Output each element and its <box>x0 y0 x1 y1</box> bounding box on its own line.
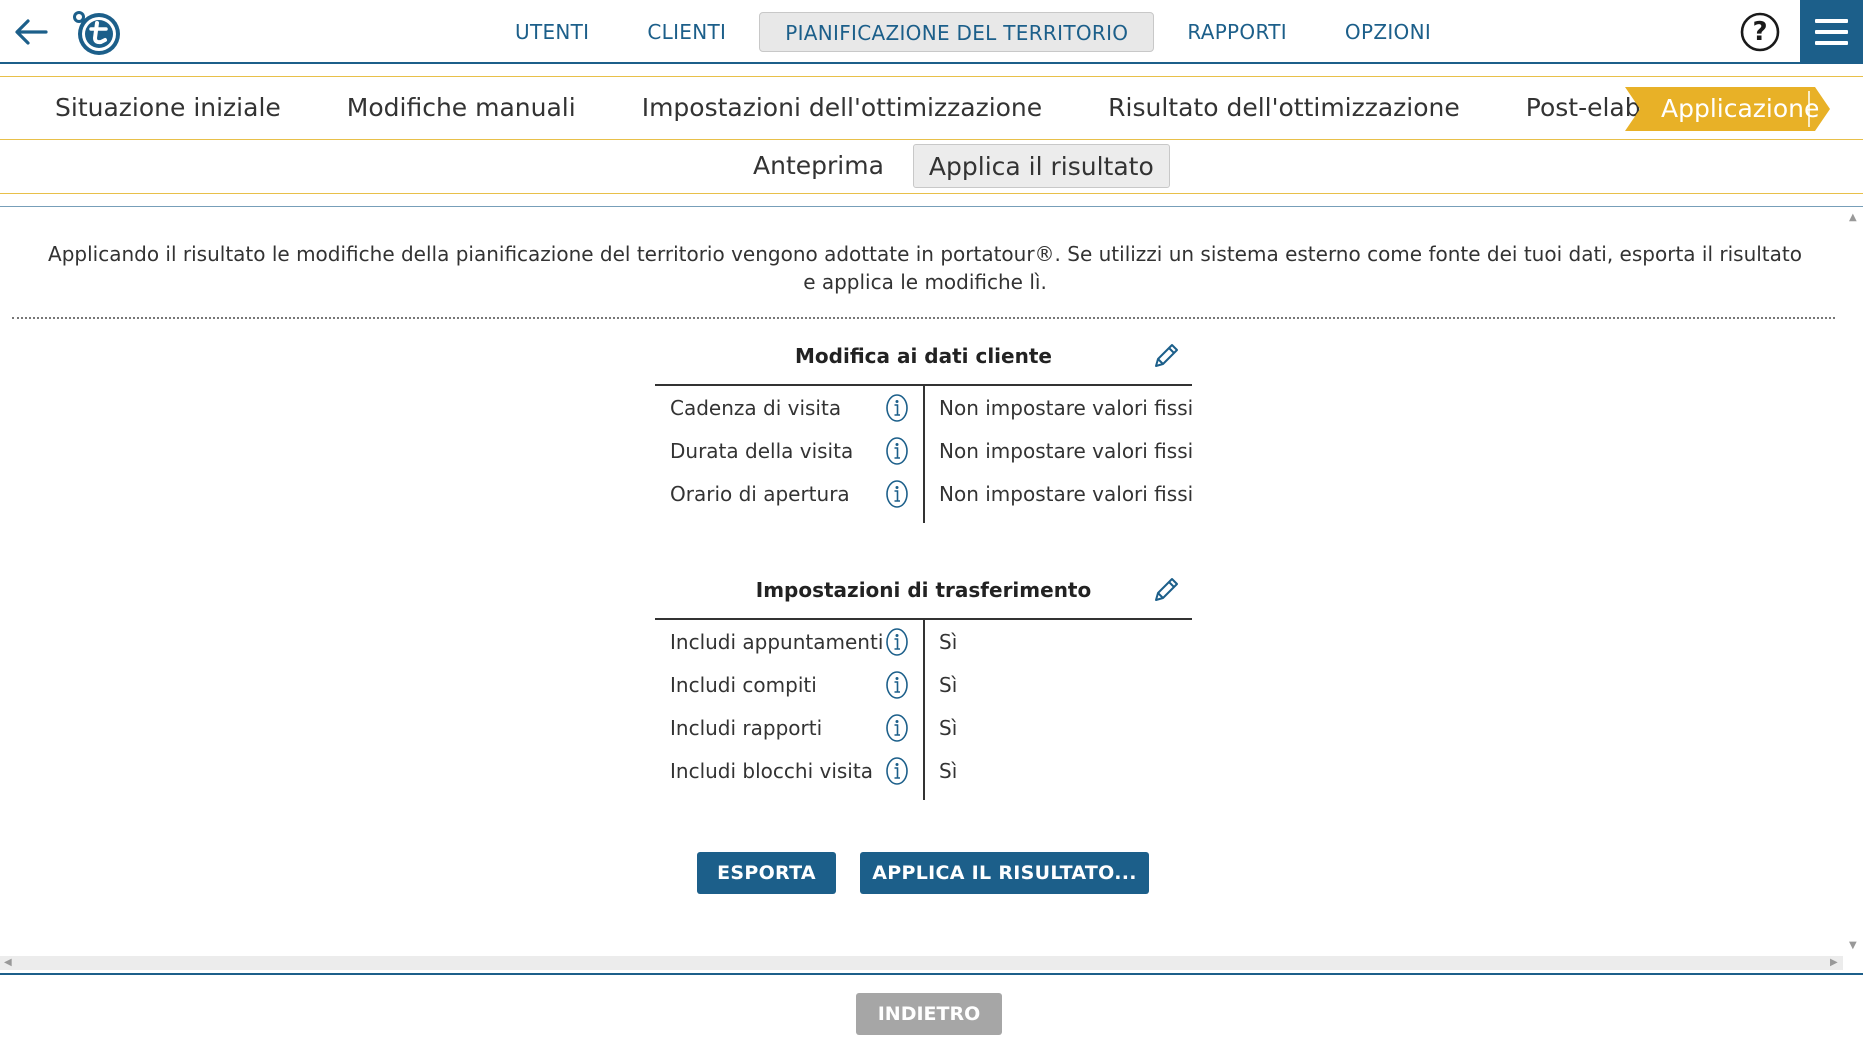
intro-text: Applicando il risultato le modifiche del… <box>48 242 1802 294</box>
portatour-logo[interactable] <box>70 8 124 58</box>
back-button[interactable]: INDIETRO <box>856 993 1002 1035</box>
scroll-up-icon[interactable]: ▲ <box>1849 212 1857 223</box>
info-icon[interactable] <box>885 670 909 700</box>
step-optimization-settings[interactable]: Impostazioni dell'ottimizzazione <box>609 77 1075 139</box>
section-title: Modifica ai dati cliente <box>795 344 1052 368</box>
row-label: Includi blocchi visita <box>670 759 873 783</box>
table-row: Includi appuntamenti Sì <box>655 620 1192 663</box>
customer-data-section: Modifica ai dati cliente Cadenza di visi… <box>655 340 1194 526</box>
row-label: Includi rapporti <box>670 716 823 740</box>
transfer-settings-section: Impostazioni di trasferimento Includi ap… <box>655 574 1192 802</box>
sub-tab-bar: Anteprima Applica il risultato <box>0 140 1863 194</box>
nav-options[interactable]: OPZIONI <box>1320 12 1456 52</box>
row-value: Non impostare valori fissi <box>939 482 1194 506</box>
nav-customers[interactable]: CLIENTI <box>622 12 751 52</box>
step-application-label: Applicazione <box>1661 94 1820 123</box>
apply-result-button[interactable]: APPLICA IL RISULTATO... <box>860 852 1149 894</box>
horizontal-scrollbar[interactable]: ◀ ▶ <box>0 956 1843 970</box>
tab-apply-result[interactable]: Applica il risultato <box>912 144 1170 188</box>
edit-pencil-icon[interactable] <box>1150 574 1182 606</box>
row-value: Sì <box>939 673 958 697</box>
dotted-separator <box>12 317 1835 319</box>
table-row: Durata della visita Non impostare valori… <box>655 429 1194 472</box>
table-row: Orario di apertura Non impostare valori … <box>655 472 1194 515</box>
row-label: Durata della visita <box>670 439 854 463</box>
table-row: Cadenza di visita Non impostare valori f… <box>655 386 1194 429</box>
row-value: Sì <box>939 759 958 783</box>
nav-territory-planning[interactable]: PIANIFICAZIONE DEL TERRITORIO <box>759 12 1155 52</box>
scroll-left-icon[interactable]: ◀ <box>4 957 12 968</box>
step-bar: Situazione iniziale Modifiche manuali Im… <box>0 76 1863 140</box>
content-divider <box>0 206 1863 207</box>
scroll-down-icon[interactable]: ▼ <box>1849 940 1857 951</box>
export-button[interactable]: ESPORTA <box>697 852 836 894</box>
vertical-scrollbar[interactable]: ▲ ▼ <box>1843 208 1863 978</box>
info-icon[interactable] <box>885 436 909 466</box>
hamburger-menu-icon[interactable] <box>1800 0 1863 64</box>
table-row: Includi blocchi visita Sì <box>655 749 1192 792</box>
table-row: Includi compiti Sì <box>655 663 1192 706</box>
section-title: Impostazioni di trasferimento <box>755 578 1092 602</box>
help-label: ? <box>1752 17 1768 47</box>
info-icon[interactable] <box>885 713 909 743</box>
scroll-right-icon[interactable]: ▶ <box>1830 957 1838 968</box>
row-value: Sì <box>939 716 958 740</box>
edit-pencil-icon[interactable] <box>1150 340 1182 372</box>
row-value: Sì <box>939 630 958 654</box>
row-label: Includi compiti <box>670 673 817 697</box>
step-manual-changes[interactable]: Modifiche manuali <box>314 77 609 139</box>
tab-preview[interactable]: Anteprima <box>738 144 899 188</box>
help-icon[interactable]: ? <box>1740 12 1780 52</box>
row-label: Cadenza di visita <box>670 396 842 420</box>
table-row: Includi rapporti Sì <box>655 706 1192 749</box>
step-initial-situation[interactable]: Situazione iniziale <box>0 77 314 139</box>
row-label: Includi appuntamenti <box>670 630 884 654</box>
row-value: Non impostare valori fissi <box>939 396 1194 420</box>
step-optimization-result[interactable]: Risultato dell'ottimizzazione <box>1075 77 1493 139</box>
top-bar: UTENTI CLIENTI PIANIFICAZIONE DEL TERRIT… <box>0 0 1863 64</box>
footer: INDIETRO <box>0 973 1863 1050</box>
nav-users[interactable]: UTENTI <box>490 12 614 52</box>
step-application[interactable]: Applicazione <box>1625 87 1830 131</box>
back-arrow-icon[interactable] <box>10 12 52 52</box>
nav-reports[interactable]: RAPPORTI <box>1162 12 1312 52</box>
info-icon[interactable] <box>885 479 909 509</box>
info-icon[interactable] <box>885 627 909 657</box>
info-icon[interactable] <box>885 393 909 423</box>
row-value: Non impostare valori fissi <box>939 439 1194 463</box>
info-icon[interactable] <box>885 756 909 786</box>
main-nav: UTENTI CLIENTI PIANIFICAZIONE DEL TERRIT… <box>490 12 1456 52</box>
row-label: Orario di apertura <box>670 482 850 506</box>
